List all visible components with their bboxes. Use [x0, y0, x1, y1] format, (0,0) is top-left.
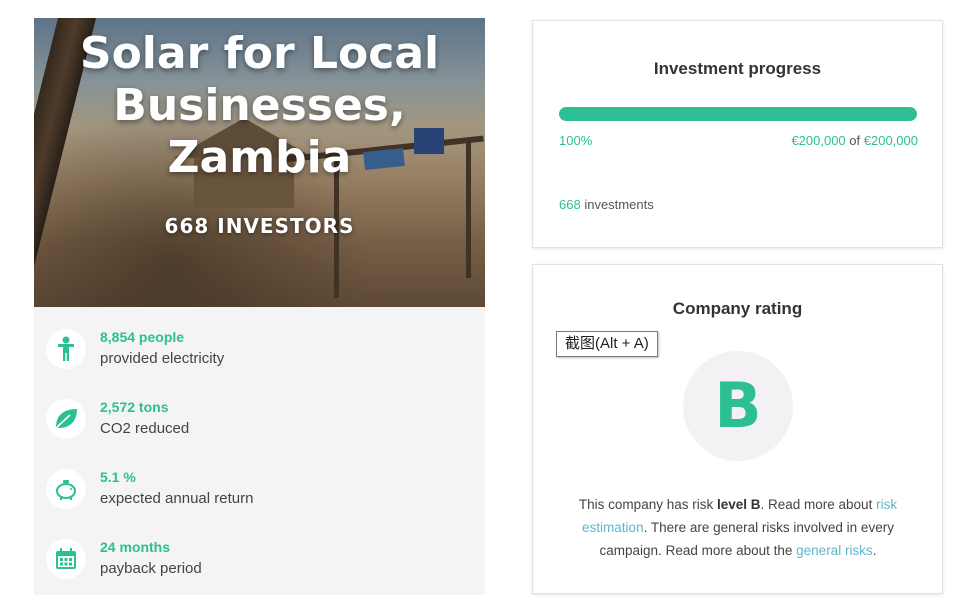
stat-annual-return: 5.1 % expected annual return [34, 461, 485, 529]
stat-payback-period: 24 months payback period [34, 531, 485, 599]
screenshot-tooltip: 截图(Alt + A) [556, 331, 658, 357]
impact-stats-panel: 8,854 people provided electricity 2,572 … [34, 307, 485, 595]
investments-number: 668 [559, 197, 581, 212]
project-title-line: Zambia [167, 132, 352, 183]
progress-bar-fill [559, 107, 917, 121]
progress-percent: 100% [559, 133, 593, 148]
amount-goal: €200,000 [863, 133, 918, 148]
rating-text: . Read more about [760, 497, 877, 512]
investments-count: 668 investments [559, 197, 654, 212]
amount-raised: €200,000 [791, 133, 846, 148]
rating-badge: B [683, 351, 793, 461]
piggy-bank-icon [46, 469, 86, 509]
rating-title: Company rating [672, 299, 803, 318]
project-title-line: Solar for Local [79, 28, 440, 79]
stat-people-electricity: 8,854 people provided electricity [34, 321, 485, 389]
rating-letter: B [714, 369, 762, 442]
stat-value: 2,572 tons [100, 399, 169, 415]
project-hero-image[interactable]: Solar for Local Businesses, Zambia 668 I… [34, 18, 485, 307]
investments-label: investments [584, 197, 654, 212]
calendar-icon [46, 539, 86, 579]
project-title-line: Businesses, [113, 80, 406, 131]
rating-description: This company has risk level B. Read more… [563, 493, 913, 562]
project-title: Solar for Local Businesses, Zambia [34, 28, 485, 184]
company-rating-card: Company rating B This company has risk l… [532, 264, 943, 594]
risk-level: level B [716, 497, 761, 512]
stat-label: payback period [100, 560, 202, 577]
stat-value: 5.1 % [100, 469, 136, 485]
stat-label: CO2 reduced [100, 420, 190, 437]
amount-of: of [849, 133, 861, 148]
progress-title: Investment progress [653, 59, 822, 78]
investment-progress-card: Investment progress 100% €200,000 of €20… [532, 20, 943, 248]
investors-count: 668 INVESTORS [164, 214, 355, 238]
stat-co2-reduced: 2,572 tons CO2 reduced [34, 391, 485, 459]
leaf-icon [46, 399, 86, 439]
rating-text: This company has risk [578, 497, 717, 512]
general-risks-link[interactable]: general risks [796, 543, 873, 558]
stat-value: 8,854 people [100, 329, 185, 345]
progress-bar [559, 107, 917, 121]
person-icon [46, 329, 86, 369]
stat-label: expected annual return [100, 490, 254, 507]
stat-label: provided electricity [100, 350, 225, 367]
stat-value: 24 months [100, 539, 171, 555]
progress-amount: €200,000 of €200,000 [791, 133, 918, 148]
rating-text: . [872, 543, 877, 558]
